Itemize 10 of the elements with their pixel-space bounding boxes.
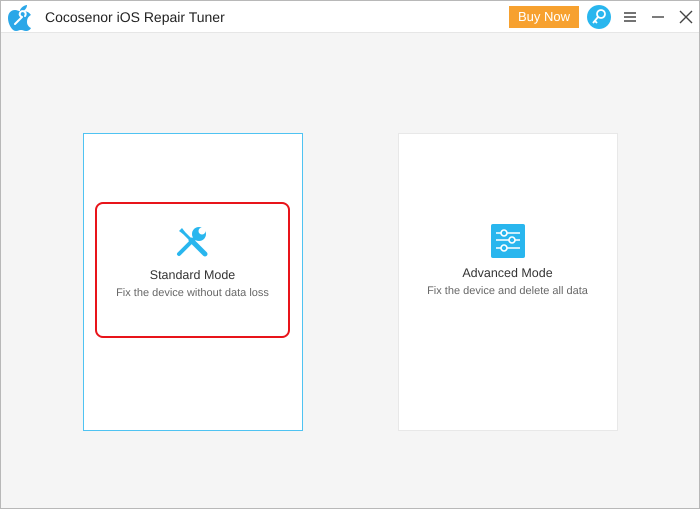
mode-card[interactable]: Standard Mode Fix the device without data loss	[82, 133, 302, 431]
window-title: Cocosenor iOS Repair Tuner	[45, 8, 226, 24]
mode-description: Fix the device and delete all data	[427, 285, 588, 297]
mode-title: Standard Mode	[150, 268, 236, 282]
sliders-icon	[490, 224, 524, 258]
close-icon[interactable]	[679, 10, 693, 24]
mode-description: Fix the device without data loss	[116, 287, 269, 299]
menu-icon[interactable]	[623, 10, 637, 22]
mode-title: Advanced Mode	[462, 266, 553, 280]
mode-card[interactable]: Advanced Mode Fix the device and delete all data	[398, 133, 618, 431]
